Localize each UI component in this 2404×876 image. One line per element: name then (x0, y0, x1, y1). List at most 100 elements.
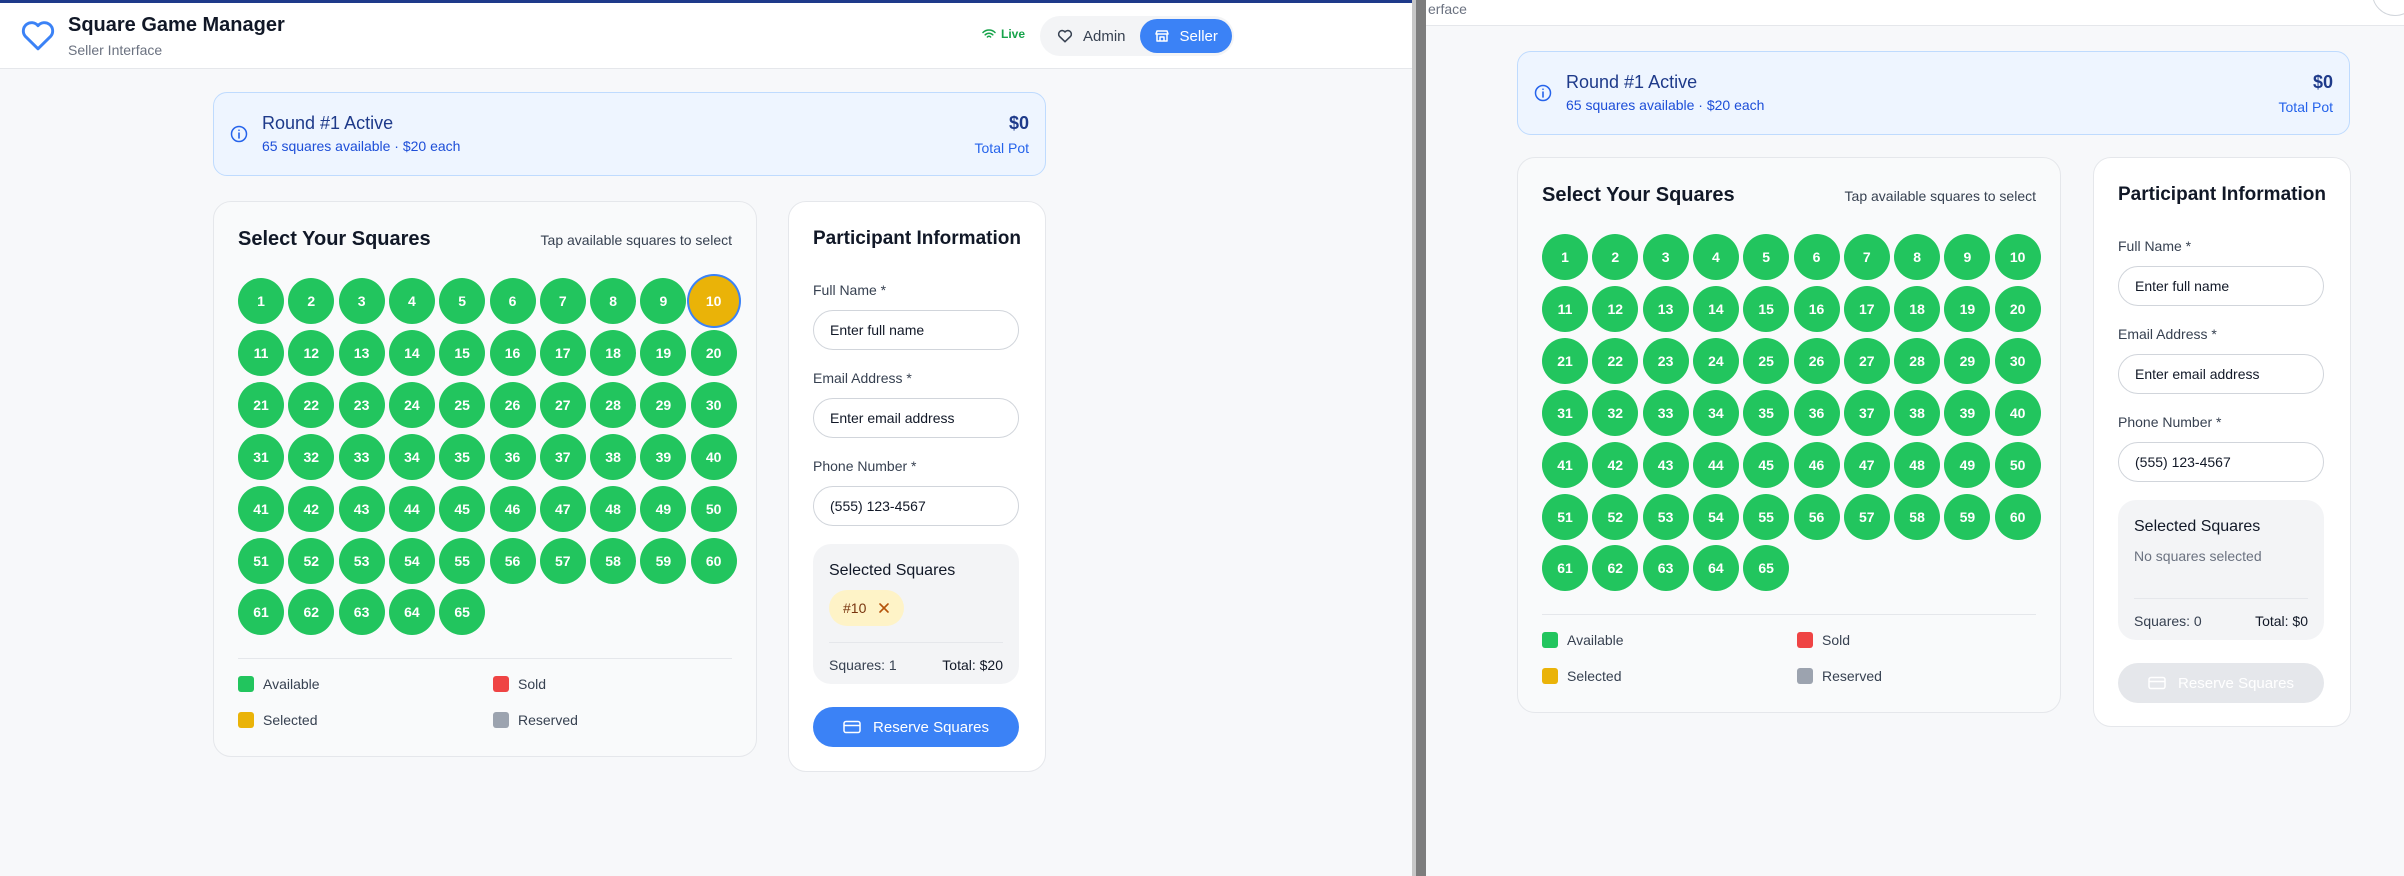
square-48[interactable]: 48 (1894, 441, 1941, 488)
square-11[interactable]: 11 (238, 329, 284, 376)
square-17[interactable]: 17 (539, 329, 586, 376)
square-56[interactable]: 56 (489, 537, 536, 584)
square-13[interactable]: 13 (338, 329, 385, 376)
square-14[interactable]: 14 (388, 329, 435, 376)
square-3[interactable]: 3 (338, 278, 385, 324)
square-26[interactable]: 26 (489, 381, 536, 428)
square-57[interactable]: 57 (1843, 493, 1890, 540)
square-17[interactable]: 17 (1843, 285, 1890, 332)
square-15[interactable]: 15 (1743, 285, 1790, 332)
square-10[interactable]: 10 (1994, 234, 2041, 280)
square-9[interactable]: 9 (640, 278, 687, 324)
square-27[interactable]: 27 (539, 381, 586, 428)
square-6[interactable]: 6 (1793, 234, 1840, 280)
square-49[interactable]: 49 (640, 485, 687, 532)
square-47[interactable]: 47 (539, 485, 586, 532)
square-43[interactable]: 43 (1642, 441, 1689, 488)
square-65[interactable]: 65 (1743, 545, 1790, 592)
square-16[interactable]: 16 (489, 329, 536, 376)
square-52[interactable]: 52 (288, 537, 335, 584)
square-55[interactable]: 55 (1743, 493, 1790, 540)
square-34[interactable]: 34 (388, 433, 435, 480)
square-16[interactable]: 16 (1793, 285, 1840, 332)
square-7[interactable]: 7 (539, 278, 586, 324)
square-36[interactable]: 36 (489, 433, 536, 480)
square-7[interactable]: 7 (1843, 234, 1890, 280)
square-1[interactable]: 1 (1542, 234, 1588, 280)
square-3[interactable]: 3 (1642, 234, 1689, 280)
square-1[interactable]: 1 (238, 278, 284, 324)
seller-toggle[interactable]: Seller (1139, 19, 1232, 53)
square-37[interactable]: 37 (1843, 389, 1890, 436)
reserve-squares-button[interactable]: Reserve Squares (813, 707, 1019, 747)
square-54[interactable]: 54 (388, 537, 435, 584)
square-24[interactable]: 24 (1692, 337, 1739, 384)
email-input[interactable] (813, 398, 1019, 438)
square-2[interactable]: 2 (288, 278, 335, 324)
square-54[interactable]: 54 (1692, 493, 1739, 540)
square-58[interactable]: 58 (590, 537, 637, 584)
square-57[interactable]: 57 (539, 537, 586, 584)
square-19[interactable]: 19 (1944, 285, 1991, 332)
admin-toggle[interactable]: Admin (1043, 19, 1140, 53)
square-51[interactable]: 51 (1542, 493, 1588, 540)
square-27[interactable]: 27 (1843, 337, 1890, 384)
square-35[interactable]: 35 (439, 433, 486, 480)
square-23[interactable]: 23 (1642, 337, 1689, 384)
square-42[interactable]: 42 (288, 485, 335, 532)
square-53[interactable]: 53 (1642, 493, 1689, 540)
square-59[interactable]: 59 (1944, 493, 1991, 540)
square-49[interactable]: 49 (1944, 441, 1991, 488)
square-4[interactable]: 4 (1692, 234, 1739, 280)
square-14[interactable]: 14 (1692, 285, 1739, 332)
square-39[interactable]: 39 (1944, 389, 1991, 436)
square-5[interactable]: 5 (1743, 234, 1790, 280)
square-22[interactable]: 22 (1592, 337, 1639, 384)
square-55[interactable]: 55 (439, 537, 486, 584)
square-43[interactable]: 43 (338, 485, 385, 532)
phone-input[interactable] (813, 486, 1019, 526)
email-input[interactable] (2118, 354, 2324, 394)
square-20[interactable]: 20 (690, 329, 737, 376)
square-62[interactable]: 62 (1592, 545, 1639, 592)
square-18[interactable]: 18 (590, 329, 637, 376)
square-21[interactable]: 21 (238, 381, 284, 428)
square-50[interactable]: 50 (1994, 441, 2041, 488)
square-59[interactable]: 59 (640, 537, 687, 584)
square-45[interactable]: 45 (439, 485, 486, 532)
square-26[interactable]: 26 (1793, 337, 1840, 384)
square-8[interactable]: 8 (1894, 234, 1941, 280)
square-5[interactable]: 5 (439, 278, 486, 324)
square-64[interactable]: 64 (1692, 545, 1739, 592)
square-37[interactable]: 37 (539, 433, 586, 480)
square-34[interactable]: 34 (1692, 389, 1739, 436)
square-25[interactable]: 25 (439, 381, 486, 428)
square-32[interactable]: 32 (288, 433, 335, 480)
square-10[interactable]: 10 (690, 278, 737, 324)
square-21[interactable]: 21 (1542, 337, 1588, 384)
square-25[interactable]: 25 (1743, 337, 1790, 384)
square-46[interactable]: 46 (1793, 441, 1840, 488)
square-46[interactable]: 46 (489, 485, 536, 532)
square-35[interactable]: 35 (1743, 389, 1790, 436)
phone-input[interactable] (2118, 442, 2324, 482)
square-24[interactable]: 24 (388, 381, 435, 428)
square-60[interactable]: 60 (690, 537, 737, 584)
full-name-input[interactable] (813, 310, 1019, 350)
square-28[interactable]: 28 (590, 381, 637, 428)
square-29[interactable]: 29 (1944, 337, 1991, 384)
square-50[interactable]: 50 (690, 485, 737, 532)
square-20[interactable]: 20 (1994, 285, 2041, 332)
square-13[interactable]: 13 (1642, 285, 1689, 332)
square-2[interactable]: 2 (1592, 234, 1639, 280)
square-39[interactable]: 39 (640, 433, 687, 480)
square-6[interactable]: 6 (489, 278, 536, 324)
square-32[interactable]: 32 (1592, 389, 1639, 436)
square-36[interactable]: 36 (1793, 389, 1840, 436)
square-29[interactable]: 29 (640, 381, 687, 428)
square-41[interactable]: 41 (238, 485, 284, 532)
square-61[interactable]: 61 (1542, 545, 1588, 592)
square-56[interactable]: 56 (1793, 493, 1840, 540)
square-38[interactable]: 38 (590, 433, 637, 480)
square-33[interactable]: 33 (1642, 389, 1689, 436)
